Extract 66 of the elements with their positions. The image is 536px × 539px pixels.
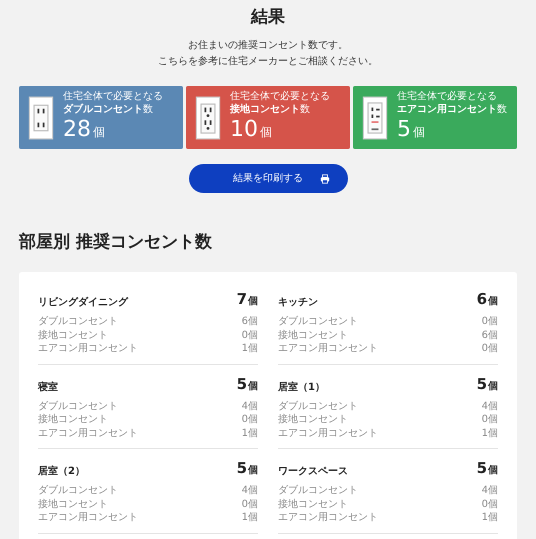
outlet-count: 0個 — [242, 498, 258, 511]
room-name: キッチン — [278, 296, 318, 310]
outlet-icon — [362, 96, 388, 140]
room-name: 居室（1） — [278, 380, 325, 394]
outlet-count: 1個 — [482, 426, 498, 440]
outlet-type-label: 接地コンセント — [38, 413, 108, 426]
outlet-count: 1個 — [242, 426, 258, 440]
outlet-count: 0個 — [242, 413, 258, 426]
card-count: 10 個 — [230, 116, 273, 144]
outlet-type-label: 接地コンセント — [278, 328, 348, 342]
outlet-type-label: 接地コンセント — [38, 498, 108, 511]
outlet-type-label: ダブルコンセント — [278, 484, 358, 498]
outlet-type-label: ダブルコンセント — [278, 315, 358, 328]
outlet-type-label: エアコン用コンセント — [278, 426, 378, 440]
card-label: ダブルコンセント数 — [63, 102, 154, 116]
room-name: ワークスペース — [278, 465, 348, 479]
room-name: 寝室 — [38, 380, 58, 394]
outlet-count: 1個 — [482, 511, 498, 524]
outlet-count: 0個 — [482, 498, 498, 511]
outlet-type-label: エアコン用コンセント — [38, 426, 138, 440]
printer-icon — [320, 174, 330, 184]
outlet-type-label: エアコン用コンセント — [38, 511, 138, 524]
card-label: 接地コンセント数 — [230, 102, 311, 116]
outlet-type-label: ダブルコンセント — [38, 400, 118, 413]
card-label: エアコン用コンセント数 — [397, 102, 507, 116]
outlet-icon — [28, 96, 54, 140]
outlet-type-label: ダブルコンセント — [38, 484, 118, 498]
outlet-count: 6個 — [482, 328, 498, 342]
outlet-count: 1個 — [242, 342, 258, 356]
room-total: 6個 — [476, 290, 498, 310]
print-button[interactable]: 結果を印刷する — [188, 164, 348, 193]
card-caption: 住宅全体で必要となる — [230, 90, 330, 102]
room-name: 居室（2） — [38, 464, 85, 479]
outlet-count: 0個 — [482, 342, 498, 356]
outlet-type-label: ダブルコンセント — [278, 400, 358, 413]
room-total: 7個 — [236, 290, 258, 310]
outlet-count: 4個 — [482, 400, 498, 413]
outlet-count: 4個 — [242, 484, 258, 498]
outlet-type-label: エアコン用コンセント — [38, 342, 138, 356]
outlet-icon — [195, 96, 221, 140]
outlet-count: 0個 — [242, 328, 258, 342]
intro-text: こちらを参考に住宅メーカーとご相談ください。 — [158, 54, 378, 69]
card-count: 5 個 — [397, 116, 426, 144]
outlet-count: 4個 — [482, 484, 498, 498]
outlet-type-label: エアコン用コンセント — [278, 342, 378, 356]
room-total: 5個 — [476, 374, 498, 394]
room-total: 5個 — [236, 459, 258, 479]
outlet-count: 1個 — [242, 511, 258, 524]
room-name: リビングダイニング — [38, 296, 128, 310]
outlet-type-label: 接地コンセント — [278, 498, 348, 511]
card-caption: 住宅全体で必要となる — [63, 90, 163, 102]
outlet-type-label: 接地コンセント — [38, 328, 108, 342]
section-title: 部屋別 推奨コンセント数 — [19, 231, 213, 253]
outlet-count: 0個 — [482, 315, 498, 328]
room-total: 5個 — [236, 374, 258, 394]
page-title: 結果 — [251, 6, 285, 28]
outlet-type-label: エアコン用コンセント — [278, 511, 378, 524]
outlet-type-label: ダブルコンセント — [38, 315, 118, 328]
outlet-count: 4個 — [242, 400, 258, 413]
card-count: 28 個 — [63, 116, 106, 144]
intro-text: お住まいの推奨コンセント数です。 — [188, 38, 348, 53]
card-caption: 住宅全体で必要となる — [397, 90, 498, 102]
outlet-type-label: 接地コンセント — [278, 413, 348, 426]
room-total: 5個 — [476, 459, 498, 479]
outlet-count: 0個 — [482, 413, 498, 426]
outlet-count: 6個 — [242, 315, 258, 328]
